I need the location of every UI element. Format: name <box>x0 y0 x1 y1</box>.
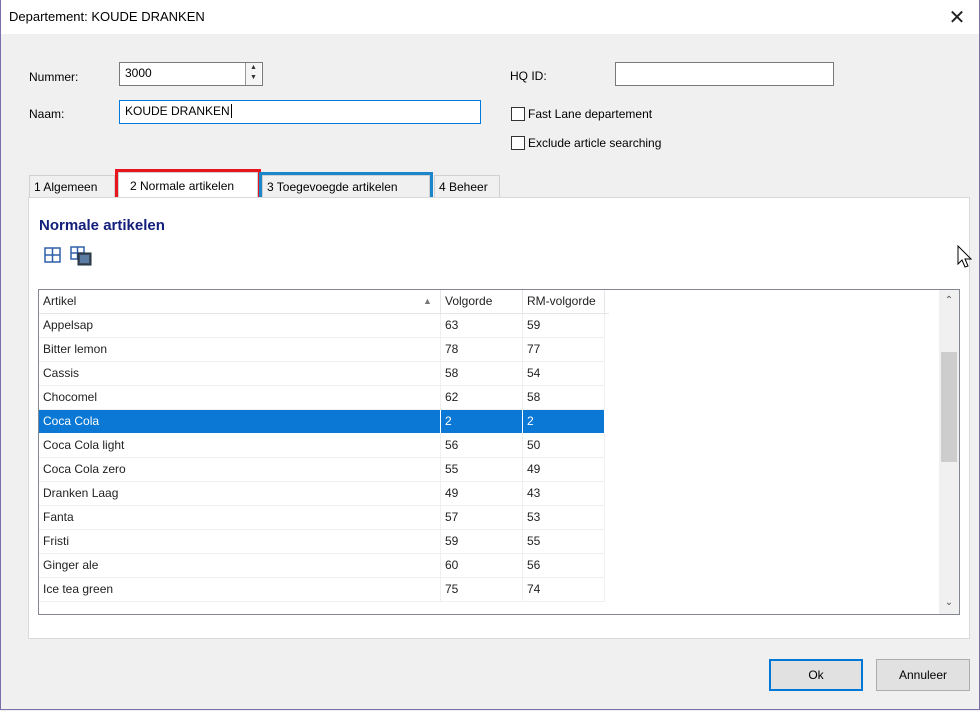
cell-volgorde: 78 <box>441 338 523 362</box>
cell-artikel: Fristi <box>39 530 441 554</box>
fast-lane-checkbox-box[interactable] <box>511 107 525 121</box>
cell-artikel: Ice tea green <box>39 578 441 602</box>
ok-button-label: Ok <box>808 668 824 682</box>
cell-volgorde: 59 <box>441 530 523 554</box>
grid-header: Artikel ▲ Volgorde RM-volgorde <box>39 290 609 314</box>
cell-artikel: Ginger ale <box>39 554 441 578</box>
cell-rm-volgorde: 59 <box>523 314 605 338</box>
cell-artikel: Coca Cola <box>39 410 441 434</box>
cell-rm-volgorde: 50 <box>523 434 605 458</box>
cell-volgorde: 56 <box>441 434 523 458</box>
column-header-artikel-label: Artikel <box>43 294 77 308</box>
grid-copy-icon[interactable] <box>69 245 93 270</box>
exclude-search-checkbox[interactable]: Exclude article searching <box>511 136 661 150</box>
naam-label: Naam: <box>29 107 65 121</box>
sort-ascending-icon: ▲ <box>423 296 432 306</box>
grid-add-icon[interactable] <box>43 245 63 268</box>
cell-rm-volgorde: 77 <box>523 338 605 362</box>
section-title: Normale artikelen <box>39 217 165 234</box>
cell-artikel: Coca Cola light <box>39 434 441 458</box>
spin-down-icon[interactable]: ▼ <box>246 73 261 83</box>
hqid-input[interactable] <box>615 62 834 86</box>
naam-value: KOUDE DRANKEN <box>125 104 230 118</box>
grid-rows: Appelsap 63 59 Bitter lemon 78 77 Cassis 58 54… <box>39 314 609 602</box>
table-row[interactable]: Ice tea green 75 74 <box>39 578 609 602</box>
exclude-search-checkbox-box[interactable] <box>511 136 525 150</box>
tab-beheer[interactable]: 4 Beheer <box>434 175 500 199</box>
column-header-volgorde-label: Volgorde <box>445 294 493 308</box>
window-title: Departement: KOUDE DRANKEN <box>9 9 205 24</box>
cell-artikel: Appelsap <box>39 314 441 338</box>
dialog-window: Departement: KOUDE DRANKEN ✕ Nummer: 300… <box>0 0 980 710</box>
table-row[interactable]: Coca Cola zero 55 49 <box>39 458 609 482</box>
cell-volgorde: 2 <box>441 410 523 434</box>
cell-volgorde: 62 <box>441 386 523 410</box>
table-row[interactable]: Dranken Laag 49 43 <box>39 482 609 506</box>
cell-volgorde: 57 <box>441 506 523 530</box>
cell-artikel: Cassis <box>39 362 441 386</box>
spin-up-icon[interactable]: ▲ <box>246 63 261 73</box>
table-row[interactable]: Ginger ale 60 56 <box>39 554 609 578</box>
nummer-input[interactable]: 3000 <box>119 62 263 86</box>
nummer-spinner[interactable]: ▲ ▼ <box>245 63 261 85</box>
table-row[interactable]: Fristi 59 55 <box>39 530 609 554</box>
column-header-artikel[interactable]: Artikel <box>39 290 441 313</box>
cell-volgorde: 58 <box>441 362 523 386</box>
cell-artikel: Fanta <box>39 506 441 530</box>
fast-lane-label: Fast Lane departement <box>528 107 653 121</box>
title-bar: Departement: KOUDE DRANKEN ✕ <box>1 0 979 34</box>
cell-rm-volgorde: 74 <box>523 578 605 602</box>
cell-rm-volgorde: 54 <box>523 362 605 386</box>
column-header-rm-volgorde[interactable]: RM-volgorde <box>523 290 605 313</box>
nummer-label: Nummer: <box>29 70 79 84</box>
tab-beheer-label: 4 Beheer <box>439 180 488 194</box>
nummer-value: 3000 <box>125 66 152 80</box>
mouse-cursor-icon <box>957 244 973 272</box>
cell-volgorde: 49 <box>441 482 523 506</box>
cell-artikel: Coca Cola zero <box>39 458 441 482</box>
scroll-thumb[interactable] <box>941 352 957 462</box>
table-row[interactable]: Fanta 57 53 <box>39 506 609 530</box>
tab-algemeen-label: 1 Algemeen <box>34 180 98 194</box>
scroll-down-icon[interactable]: ⌄ <box>939 593 959 613</box>
cell-rm-volgorde: 2 <box>523 410 605 434</box>
table-row[interactable]: Cassis 58 54 <box>39 362 609 386</box>
cell-volgorde: 63 <box>441 314 523 338</box>
cell-volgorde: 55 <box>441 458 523 482</box>
cell-rm-volgorde: 56 <box>523 554 605 578</box>
exclude-search-label: Exclude article searching <box>528 136 662 150</box>
column-header-rm-volgorde-label: RM-volgorde <box>527 294 596 308</box>
table-row[interactable]: Chocomel 62 58 <box>39 386 609 410</box>
cell-rm-volgorde: 49 <box>523 458 605 482</box>
hqid-label: HQ ID: <box>510 69 547 83</box>
cancel-button-label: Annuleer <box>898 668 948 682</box>
naam-input[interactable]: KOUDE DRANKEN <box>119 100 481 124</box>
close-button[interactable]: ✕ <box>935 0 979 34</box>
cell-volgorde: 60 <box>441 554 523 578</box>
grid-vertical-scrollbar[interactable]: ⌃ ⌄ <box>939 290 959 614</box>
table-row-selected[interactable]: Coca Cola 2 2 <box>39 410 609 434</box>
table-row[interactable]: Bitter lemon 78 77 <box>39 338 609 362</box>
cell-volgorde: 75 <box>441 578 523 602</box>
cell-artikel: Dranken Laag <box>39 482 441 506</box>
cell-rm-volgorde: 53 <box>523 506 605 530</box>
table-row[interactable]: Appelsap 63 59 <box>39 314 609 338</box>
cell-rm-volgorde: 58 <box>523 386 605 410</box>
cell-rm-volgorde: 55 <box>523 530 605 554</box>
cancel-button[interactable]: Annuleer <box>876 659 970 691</box>
cell-artikel: Bitter lemon <box>39 338 441 362</box>
fast-lane-checkbox[interactable]: Fast Lane departement <box>511 107 652 121</box>
scroll-up-icon[interactable]: ⌃ <box>939 291 959 311</box>
column-header-volgorde[interactable]: Volgorde <box>441 290 523 313</box>
tab-algemeen[interactable]: 1 Algemeen <box>29 175 115 199</box>
articles-grid[interactable]: Artikel ▲ Volgorde RM-volgorde Appelsap 6… <box>38 289 960 615</box>
close-icon: ✕ <box>948 6 966 29</box>
cell-rm-volgorde: 43 <box>523 482 605 506</box>
table-row[interactable]: Coca Cola light 56 50 <box>39 434 609 458</box>
cell-artikel: Chocomel <box>39 386 441 410</box>
ok-button[interactable]: Ok <box>769 659 863 691</box>
